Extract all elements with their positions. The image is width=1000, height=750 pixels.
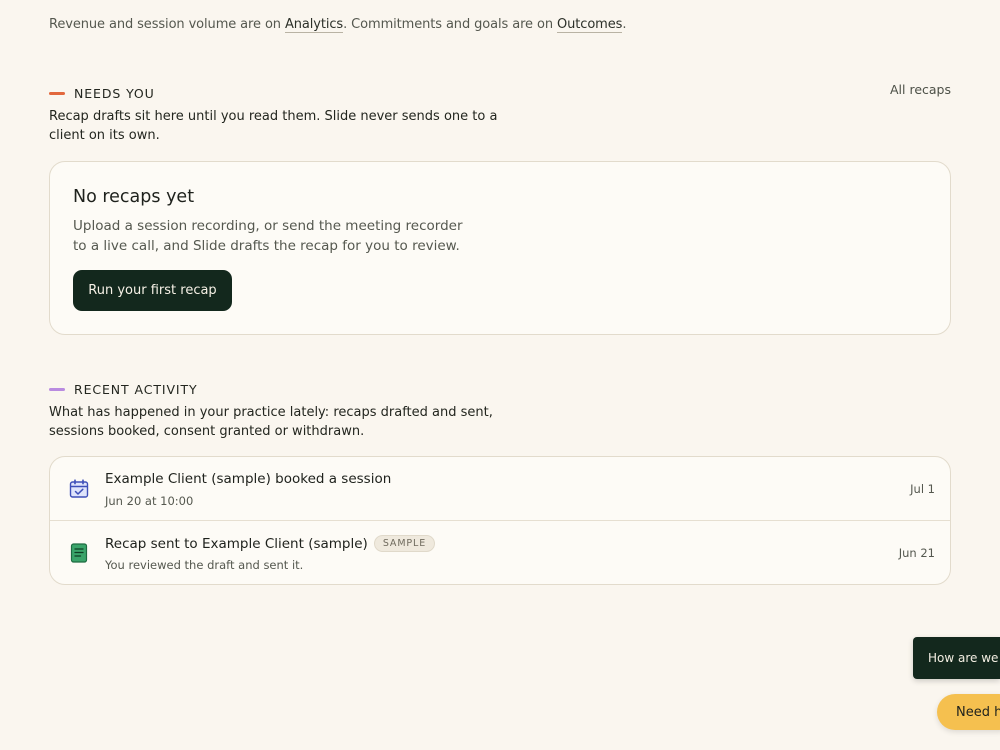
help-button[interactable]: Need help? — [937, 694, 1000, 730]
run-first-recap-button[interactable]: Run your first recap — [73, 270, 232, 311]
activity-subtitle: Jun 20 at 10:00 — [105, 494, 194, 508]
analytics-link[interactable]: Analytics — [284, 17, 343, 33]
recent-activity-description: What has happened in your practice latel… — [49, 405, 493, 439]
dashboard-page: Revenue and session volume are on Analyt… — [0, 0, 1000, 750]
crosslinks-note: Revenue and session volume are on Analyt… — [49, 17, 627, 33]
calendar-check-icon — [69, 479, 89, 498]
activity-title-text: Recap sent to Example Client (sample) — [105, 535, 368, 552]
activity-list: Example Client (sample) booked a session… — [49, 456, 951, 585]
activity-title-text: Example Client (sample) booked a session — [105, 471, 392, 487]
feedback-label: How are we doing? — [928, 651, 1000, 665]
section-dash — [49, 92, 65, 95]
feedback-tab[interactable]: How are we doing? — [913, 637, 1000, 679]
activity-row[interactable]: Example Client (sample) booked a session… — [50, 457, 950, 521]
empty-state-description: Upload a session recording, or send the … — [73, 218, 463, 254]
empty-state-title: No recaps yet — [73, 187, 195, 207]
activity-title: Example Client (sample) booked a session — [105, 471, 391, 487]
activity-date: Jul 1 — [910, 482, 935, 496]
needs-you-title: NEEDS YOU — [74, 86, 155, 101]
crosslinks-text: . — [622, 17, 627, 32]
activity-row[interactable]: Recap sent to Example Client (sample) SA… — [50, 521, 950, 584]
section-dash — [49, 388, 65, 391]
sample-badge: SAMPLE — [373, 535, 436, 552]
activity-subtitle: You reviewed the draft and sent it. — [105, 558, 304, 572]
help-label: Need help? — [956, 704, 1000, 720]
outcomes-link[interactable]: Outcomes — [557, 17, 622, 33]
crosslinks-text: Revenue and session volume are on — [49, 17, 285, 32]
needs-you-heading: NEEDS YOU — [49, 86, 155, 101]
activity-title: Recap sent to Example Client (sample) SA… — [105, 535, 436, 552]
needs-you-description: Recap drafts sit here until you read the… — [49, 109, 498, 143]
recent-activity-title: RECENT ACTIVITY — [74, 382, 198, 397]
activity-date: Jun 21 — [898, 546, 935, 560]
document-icon — [70, 543, 88, 563]
crosslinks-text: . Commitments and goals are on — [343, 17, 558, 32]
all-recaps-link[interactable]: All recaps — [890, 82, 951, 97]
recaps-empty-state: No recaps yet Upload a session recording… — [49, 161, 951, 335]
recent-activity-heading: RECENT ACTIVITY — [49, 382, 198, 397]
